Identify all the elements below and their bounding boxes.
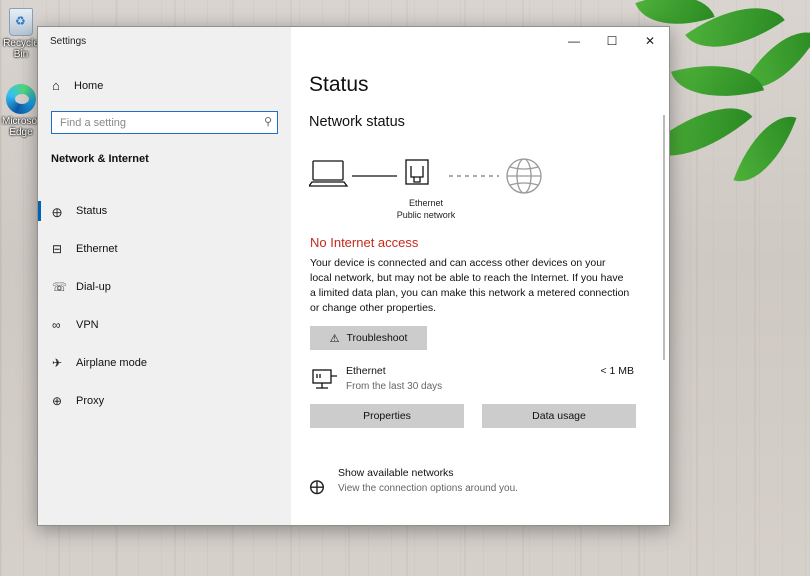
home-icon: ⌂ bbox=[52, 78, 60, 93]
network-type: Public network bbox=[396, 210, 456, 220]
sidebar: Settings ⌂ Home ⚲ Network & Internet 🜨 S… bbox=[38, 27, 291, 525]
settings-window: Settings ⌂ Home ⚲ Network & Internet 🜨 S… bbox=[37, 26, 670, 526]
page-title: Status bbox=[309, 73, 369, 96]
adapter-label: Ethernet Public network bbox=[381, 197, 471, 221]
sidebar-item-airplane-mode[interactable]: ✈ Airplane mode bbox=[38, 344, 291, 382]
home-nav-item[interactable]: ⌂ Home bbox=[52, 78, 103, 93]
scrollbar[interactable] bbox=[663, 115, 665, 360]
vpn-icon: ∞ bbox=[52, 318, 61, 332]
ethernet-pc-icon bbox=[312, 369, 337, 389]
laptop-icon bbox=[309, 160, 349, 187]
usage-period: From the last 30 days bbox=[346, 381, 443, 392]
edge-icon bbox=[6, 84, 36, 114]
properties-button[interactable]: Properties bbox=[310, 404, 464, 428]
recycle-bin-desktop-icon[interactable]: Recycle Bin bbox=[2, 8, 40, 60]
edge-desktop-icon[interactable]: Microsoft Edge bbox=[2, 84, 43, 138]
sidebar-item-label: Ethernet bbox=[76, 243, 118, 255]
no-internet-alert: No Internet access bbox=[310, 235, 419, 250]
sidebar-item-label: Status bbox=[76, 205, 108, 217]
sidebar-item-dialup[interactable]: ☏ Dial-up bbox=[38, 268, 291, 306]
status-description: Your device is connected and can access … bbox=[310, 257, 630, 314]
data-usage-button[interactable]: Data usage bbox=[482, 404, 636, 428]
adapter-name: Ethernet bbox=[408, 198, 444, 208]
show-available-networks-link[interactable]: Show available networks bbox=[338, 467, 454, 479]
home-label: Home bbox=[74, 79, 104, 92]
internet-globe-icon bbox=[506, 158, 542, 194]
sidebar-item-ethernet[interactable]: ⊟ Ethernet bbox=[38, 230, 291, 268]
window-title: Settings bbox=[50, 36, 87, 47]
sidebar-item-label: Airplane mode bbox=[76, 357, 147, 369]
ethernet-icon: ⊟ bbox=[52, 242, 63, 256]
sidebar-item-label: Dial-up bbox=[76, 281, 111, 293]
usage-adapter-name: Ethernet bbox=[346, 365, 386, 377]
network-status-heading: Network status bbox=[309, 114, 405, 130]
sidebar-item-vpn[interactable]: ∞ VPN bbox=[38, 306, 291, 344]
troubleshoot-button[interactable]: ⚠ Troubleshoot bbox=[310, 326, 427, 350]
section-title: Network & Internet bbox=[51, 153, 149, 165]
close-button[interactable]: ✕ bbox=[631, 27, 669, 55]
sidebar-item-label: VPN bbox=[76, 319, 99, 331]
sidebar-item-proxy[interactable]: ⊕ Proxy bbox=[38, 382, 291, 420]
show-networks-icon[interactable]: 🜨 bbox=[309, 466, 325, 505]
globe-icon: ⊕ bbox=[52, 394, 63, 408]
search-icon[interactable]: ⚲ bbox=[264, 115, 272, 128]
search-box[interactable]: ⚲ bbox=[51, 111, 278, 134]
sidebar-item-status[interactable]: 🜨 Status bbox=[38, 192, 291, 230]
usage-amount: < 1 MB bbox=[600, 365, 634, 377]
minimize-button[interactable]: — bbox=[555, 27, 593, 55]
main-content: — ☐ ✕ Status Network status Ethernet Pub… bbox=[291, 27, 669, 525]
window-controls: — ☐ ✕ bbox=[555, 27, 669, 55]
maximize-button[interactable]: ☐ bbox=[593, 27, 631, 55]
dialup-icon: ☏ bbox=[52, 280, 68, 294]
sidebar-nav: 🜨 Status ⊟ Ethernet ☏ Dial-up ∞ VPN ✈ Ai… bbox=[38, 192, 291, 420]
sidebar-item-label: Proxy bbox=[76, 395, 105, 407]
recycle-bin-label: Recycle Bin bbox=[3, 38, 39, 60]
globe-status-icon: 🜨 bbox=[52, 205, 63, 220]
airplane-icon: ✈ bbox=[52, 356, 63, 370]
warning-icon: ⚠ bbox=[329, 332, 340, 345]
show-networks-description: View the connection options around you. bbox=[338, 483, 518, 494]
recycle-bin-icon bbox=[9, 8, 33, 36]
search-input[interactable] bbox=[52, 112, 242, 133]
ethernet-port-icon bbox=[405, 159, 429, 185]
troubleshoot-label: Troubleshoot bbox=[346, 332, 408, 344]
